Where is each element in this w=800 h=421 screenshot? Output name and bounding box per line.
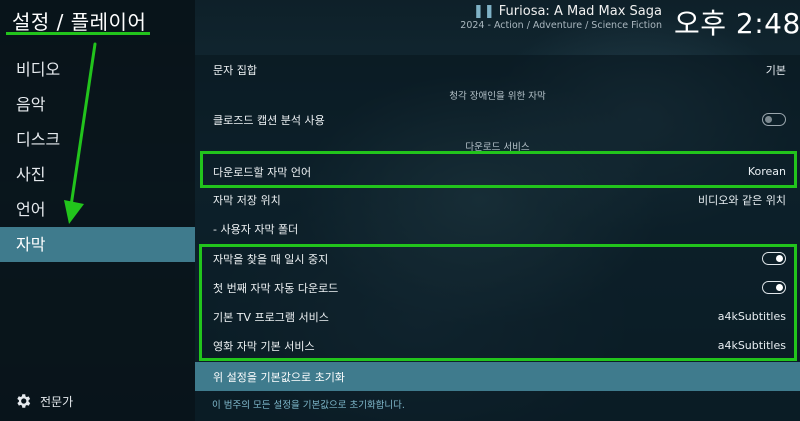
auto-download-first-toggle[interactable] [762, 281, 786, 294]
setting-pause-when-searching[interactable]: 자막을 찾을 때 일시 중지 [195, 244, 800, 273]
setting-closed-caption-label: 클로즈드 캡션 분석 사용 [213, 113, 325, 127]
setting-storage-location[interactable]: 자막 저장 위치 비디오와 같은 위치 [195, 185, 800, 214]
clock: 오후 2:48 [674, 7, 800, 40]
setting-download-language[interactable]: 다운로드할 자막 언어 Korean [195, 157, 800, 186]
closed-caption-toggle[interactable] [762, 113, 786, 126]
setting-closed-caption[interactable]: 클로즈드 캡션 분석 사용 [195, 105, 800, 134]
expert-level-button[interactable]: 전문가 [14, 391, 73, 411]
setting-default-tv-service[interactable]: 기본 TV 프로그램 서비스 a4kSubtitles [195, 302, 800, 331]
setting-default-movie-service[interactable]: 영화 자막 기본 서비스 a4kSubtitles [195, 331, 800, 360]
sidebar: 설정 / 플레이어 비디오 음악 디스크 사진 언어 자막 전문가 [0, 0, 195, 421]
sidebar-item-disc[interactable]: 디스크 [0, 122, 195, 157]
pause-when-searching-toggle[interactable] [762, 252, 786, 265]
setting-custom-folder[interactable]: - 사용자 자막 폴더 [195, 214, 800, 243]
sidebar-item-pictures[interactable]: 사진 [0, 157, 195, 192]
sidebar-item-subtitles[interactable]: 자막 [0, 227, 195, 262]
sidebar-item-video[interactable]: 비디오 [0, 52, 195, 87]
setting-charset[interactable]: 문자 집합 기본 [195, 55, 800, 84]
sidebar-item-music[interactable]: 음악 [0, 87, 195, 122]
setting-storage-location-label: 자막 저장 위치 [213, 193, 281, 207]
setting-default-movie-service-label: 영화 자막 기본 서비스 [213, 339, 315, 353]
setting-description: 이 범주의 모든 설정을 기본값으로 초기화합니다. [212, 400, 405, 411]
setting-custom-folder-label: - 사용자 자막 폴더 [213, 222, 299, 236]
setting-storage-location-value: 비디오와 같은 위치 [698, 193, 786, 207]
expert-label: 전문가 [40, 394, 74, 409]
setting-auto-download-first[interactable]: 첫 번째 자막 자동 다운로드 [195, 273, 800, 302]
setting-charset-label: 문자 집합 [213, 63, 257, 77]
setting-default-tv-service-value: a4kSubtitles [717, 310, 786, 323]
now-playing-info: ❚❚ Furiosa: A Mad Max Saga 2024 - Action … [460, 4, 662, 31]
setting-charset-value: 기본 [765, 63, 786, 77]
pause-icon: ❚❚ [472, 4, 495, 19]
reset-defaults-button[interactable]: 위 설정을 기본값으로 초기화 [195, 362, 800, 391]
section-hearing-impaired: 청각 장애인을 위한 자막 [449, 91, 546, 102]
now-playing-title-row: ❚❚ Furiosa: A Mad Max Saga [460, 4, 662, 19]
setting-download-language-value: Korean [747, 165, 786, 178]
movie-subtitle: 2024 - Action / Adventure / Science Fict… [460, 20, 662, 31]
sidebar-item-language[interactable]: 언어 [0, 192, 195, 227]
movie-title: Furiosa: A Mad Max Saga [498, 4, 662, 19]
gear-icon [17, 394, 31, 408]
reset-defaults-label: 위 설정을 기본값으로 초기화 [213, 370, 345, 384]
setting-default-movie-service-value: a4kSubtitles [717, 339, 786, 352]
setting-default-tv-service-label: 기본 TV 프로그램 서비스 [213, 310, 329, 324]
setting-pause-when-searching-label: 자막을 찾을 때 일시 중지 [213, 252, 329, 266]
title-annotation-underline [6, 32, 150, 35]
page-title: 설정 / 플레이어 [12, 10, 147, 34]
section-download-services: 다운로드 서비스 [465, 142, 530, 153]
sidebar-menu: 비디오 음악 디스크 사진 언어 자막 [0, 52, 195, 262]
setting-download-language-label: 다운로드할 자막 언어 [213, 165, 312, 179]
setting-auto-download-first-label: 첫 번째 자막 자동 다운로드 [213, 281, 339, 295]
